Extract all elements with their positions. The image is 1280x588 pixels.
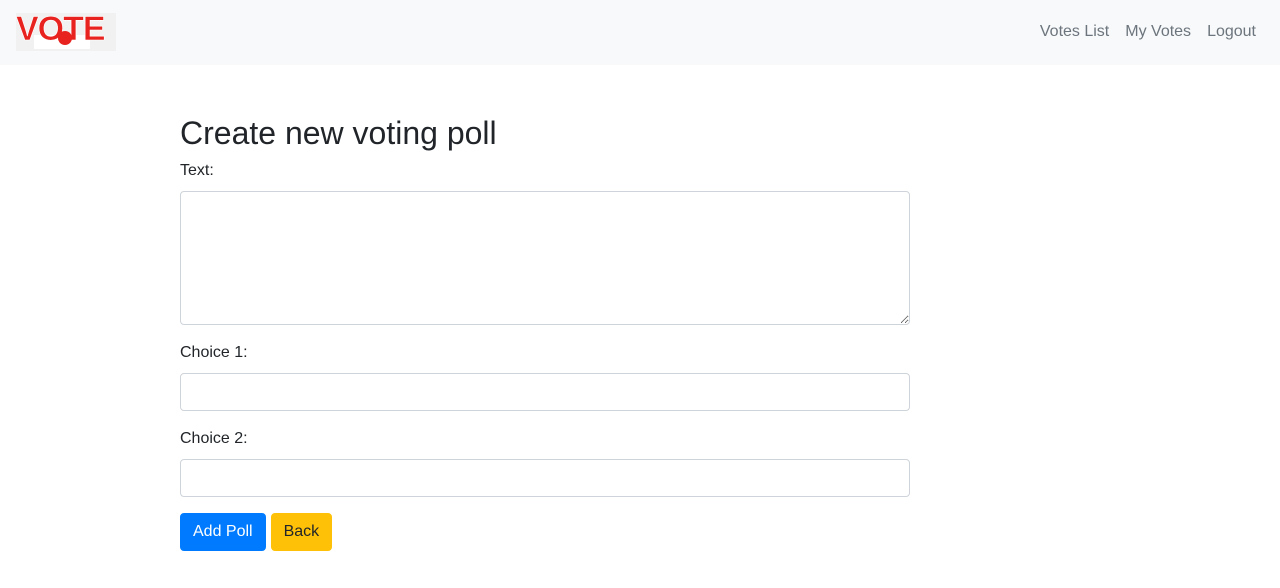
create-poll-form: Create new voting poll Text: Choice 1: C…: [180, 113, 910, 551]
choice-2-input[interactable]: [180, 459, 910, 497]
vote-logo[interactable]: VOTE: [16, 13, 116, 51]
back-button[interactable]: Back: [270, 513, 333, 551]
choice-1-label: Choice 1:: [180, 344, 248, 361]
poll-text-textarea[interactable]: [180, 191, 910, 325]
choice-1-input[interactable]: [180, 373, 910, 411]
nav-link-my-votes[interactable]: My Votes: [1117, 20, 1199, 44]
nav-link-logout[interactable]: Logout: [1199, 20, 1256, 44]
text-label: Text:: [180, 162, 214, 179]
choice-2-label: Choice 2:: [180, 430, 248, 447]
nav-link-votes-list[interactable]: Votes List: [1032, 20, 1117, 44]
add-poll-button[interactable]: Add Poll: [180, 513, 266, 551]
nav-links: Votes List My Votes Logout: [1032, 20, 1256, 44]
page-title: Create new voting poll: [180, 115, 497, 151]
navbar: VOTE Votes List My Votes Logout: [0, 0, 1280, 65]
form-actions: Add Poll Back: [180, 513, 910, 551]
vote-logo-icon: VOTE: [16, 13, 116, 51]
